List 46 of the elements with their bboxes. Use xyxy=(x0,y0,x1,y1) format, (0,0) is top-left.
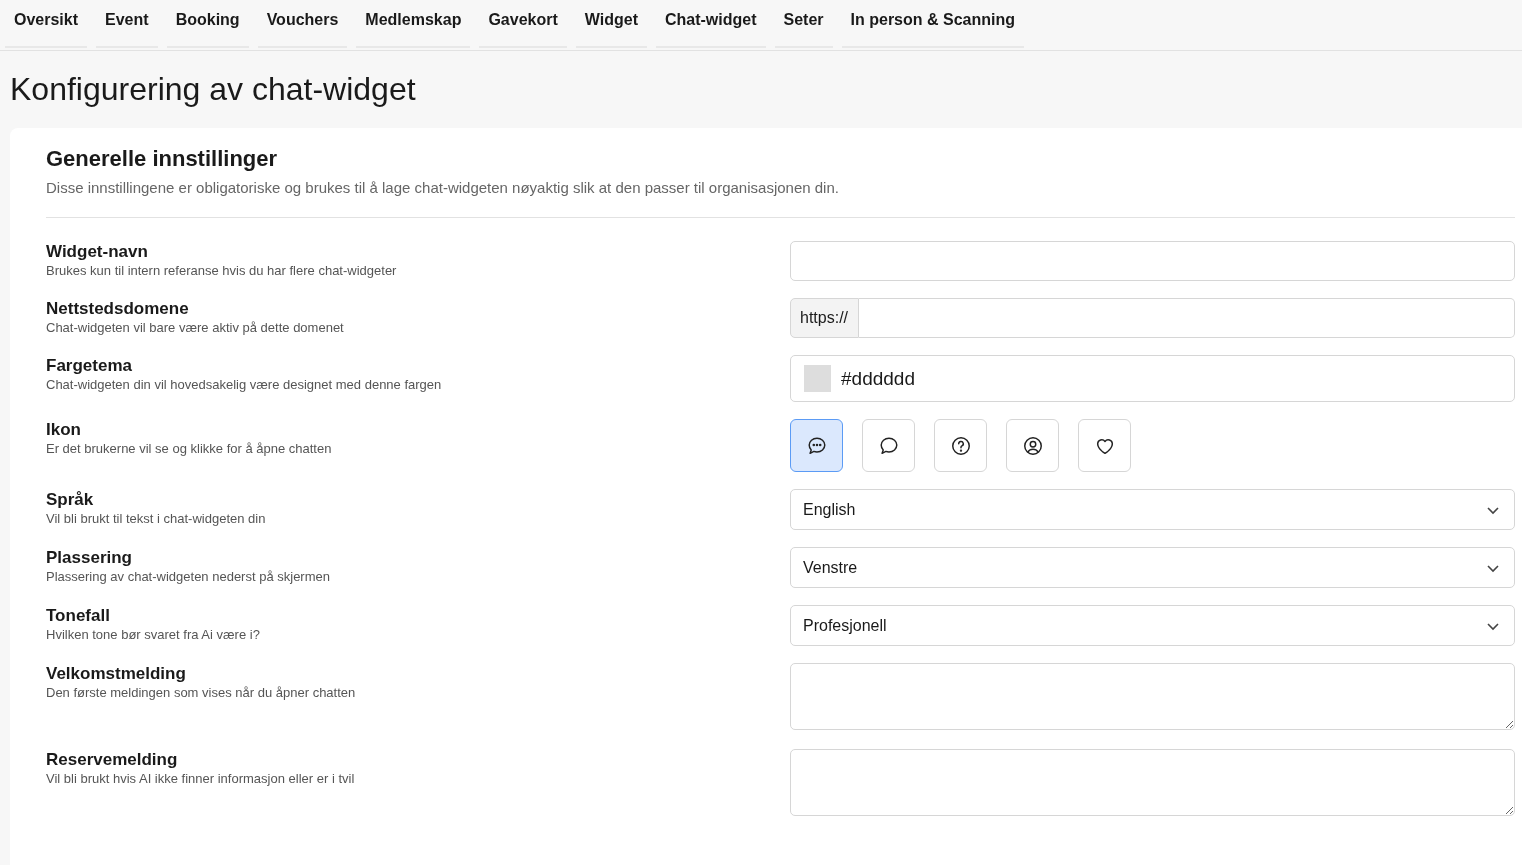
user-icon xyxy=(1021,434,1044,457)
domain-input[interactable] xyxy=(859,298,1515,338)
field-label: Plassering xyxy=(46,547,133,568)
nav-tab[interactable]: Gavekort xyxy=(479,0,567,48)
icon-option[interactable] xyxy=(862,419,915,472)
field-help-text: Vil bli brukt til tekst i chat-widgeten din xyxy=(46,510,267,527)
field-label: Språk xyxy=(46,489,95,510)
section-title: Generelle innstillinger xyxy=(46,146,279,172)
select-dropdown[interactable]: Venstre xyxy=(790,547,1515,588)
color-swatch[interactable] xyxy=(804,365,831,392)
nav-tab[interactable]: Booking xyxy=(166,0,249,48)
section-description: Disse innstillingene er obligatoriske og brukes til å lage chat-widgeten nøyaktig slik at den passer til organisasjonen din. xyxy=(46,179,840,196)
nav-tab[interactable]: Event xyxy=(96,0,158,48)
field-label: Ikon xyxy=(46,419,82,440)
page-title: Konfigurering av chat-widget xyxy=(9,70,417,109)
nav-tab[interactable]: Chat-widget xyxy=(655,0,766,48)
color-value: #dddddd xyxy=(841,367,915,390)
color-input[interactable]: #dddddd xyxy=(790,355,1515,402)
icon-option[interactable] xyxy=(934,419,987,472)
text-input[interactable] xyxy=(790,241,1515,281)
field-help-text: Hvilken tone bør svaret fra Ai være i? xyxy=(46,626,261,643)
field-help-text: Chat-widgeten din vil hovedsakelig være designet med denne fargen xyxy=(46,376,443,393)
field-help-text: Brukes kun til intern referanse hvis du har flere chat-widgeter xyxy=(46,262,398,279)
field-label: Reservemelding xyxy=(46,749,179,770)
field-help-text: Vil bli brukt hvis AI ikke finner informasjon eller er i tvil xyxy=(46,770,356,787)
nav-tab[interactable]: Oversikt xyxy=(5,0,88,48)
url-prefix: https:// xyxy=(790,298,860,338)
select-dropdown[interactable]: English xyxy=(790,489,1515,530)
field-label: Tonefall xyxy=(46,605,111,626)
select-dropdown[interactable]: Profesjonell xyxy=(790,605,1515,646)
field-help-text: Chat-widgeten vil bare være aktiv på dette domenet xyxy=(46,319,345,336)
field-help-text: Er det brukerne vil se og klikke for å åpne chatten xyxy=(46,440,333,457)
field-help-text: Plassering av chat-widgeten nederst på skjermen xyxy=(46,568,331,585)
nav-tab[interactable]: Vouchers xyxy=(257,0,348,48)
field-label: Fargetema xyxy=(46,355,133,376)
nav-tab[interactable]: Widget xyxy=(575,0,647,48)
icon-option[interactable] xyxy=(1006,419,1059,472)
icon-option[interactable] xyxy=(790,419,843,472)
field-label: Nettstedsdomene xyxy=(46,298,190,319)
nav-tab[interactable]: In person & Scanning xyxy=(841,0,1024,48)
nav-tab[interactable]: Seter xyxy=(774,0,833,48)
question-icon xyxy=(949,434,972,457)
nav-tab[interactable]: Medlemskap xyxy=(356,0,471,48)
field-help-text: Den første meldingen som vises når du åpner chatten xyxy=(46,684,357,701)
field-label: Widget-navn xyxy=(46,241,149,262)
field-label: Velkomstmelding xyxy=(46,663,187,684)
